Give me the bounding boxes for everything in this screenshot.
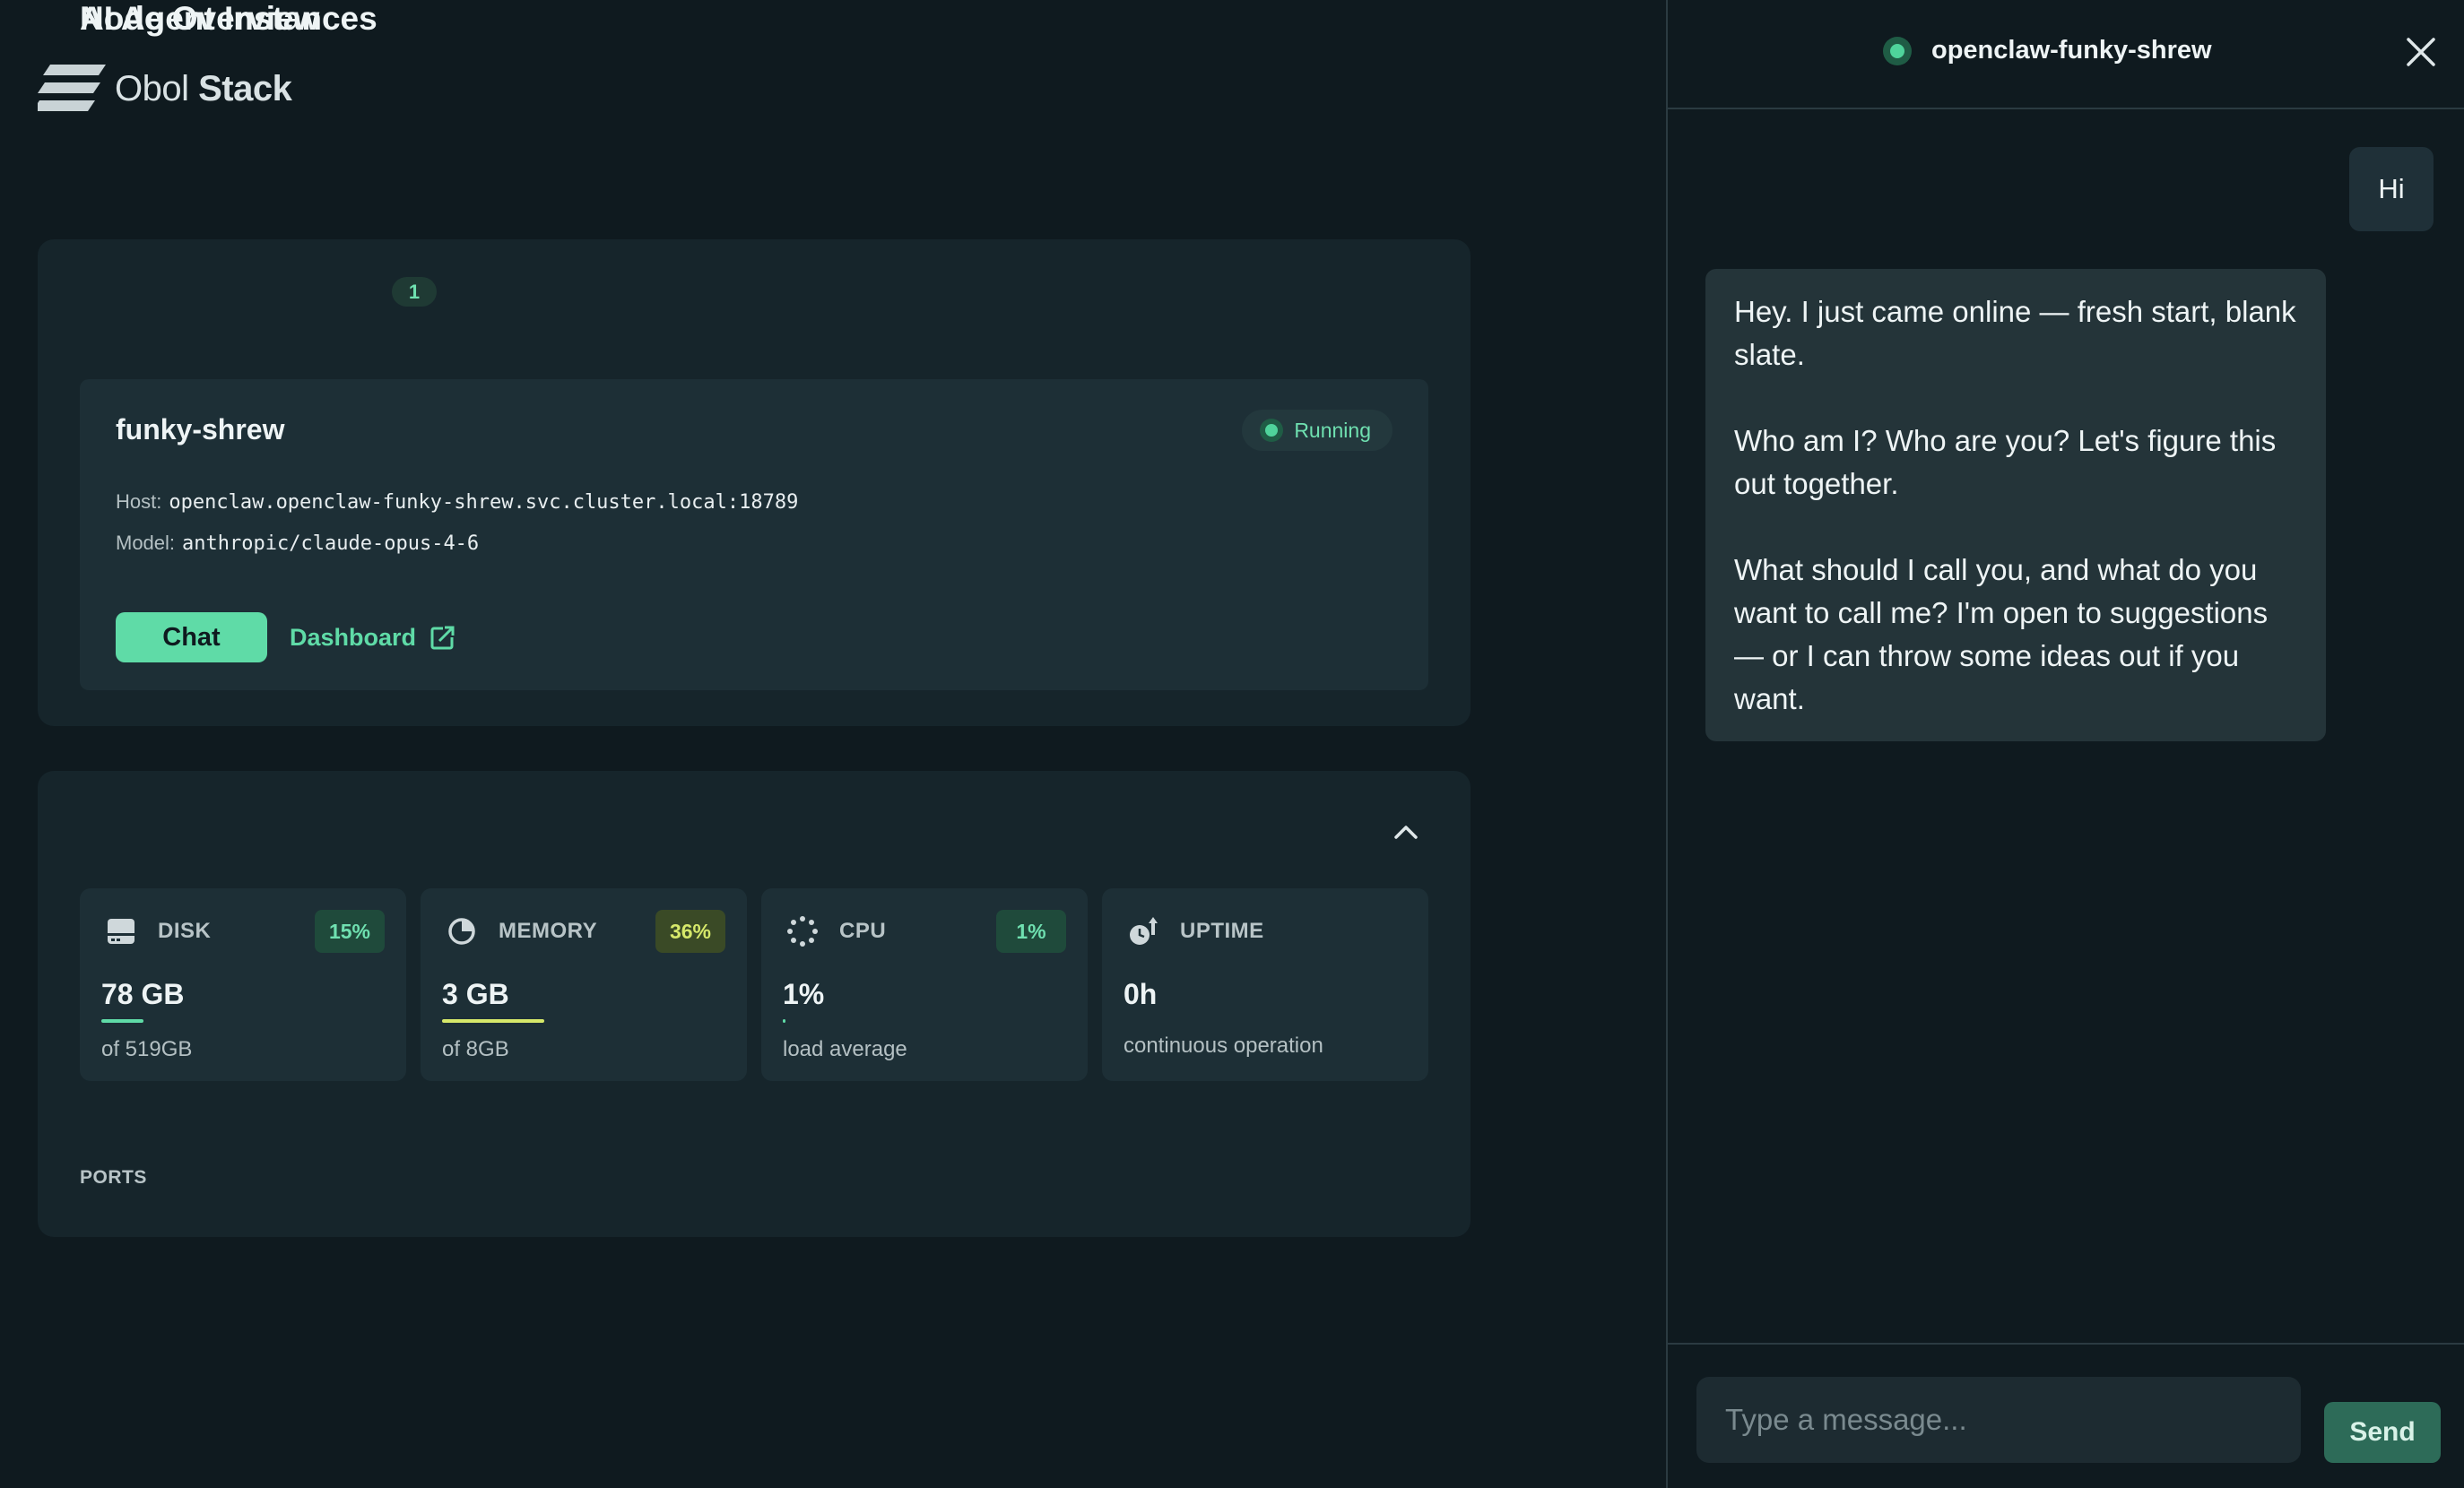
- disk-icon: [108, 919, 134, 944]
- dashboard-label: Dashboard: [290, 623, 417, 651]
- disk-value: 78 GB: [101, 978, 185, 1010]
- app-root: Obol Stack AI Agent Instances 1 funky-sh…: [0, 0, 2464, 1488]
- ports-section-label: PORTS: [80, 1167, 147, 1188]
- model-value: anthropic/claude-opus-4-6: [182, 532, 480, 555]
- instance-model-row: Model: anthropic/claude-opus-4-6: [116, 532, 479, 555]
- logo-text: Obol Stack: [115, 68, 292, 109]
- obol-logo-icon: [38, 65, 106, 111]
- uptime-value: 0h: [1124, 978, 1158, 1010]
- message-composer: Send: [1668, 1343, 2464, 1488]
- message-input[interactable]: [1696, 1377, 2301, 1463]
- uptime-description: continuous operation: [1124, 1034, 1323, 1058]
- instance-count-badge: 1: [392, 277, 437, 307]
- uptime-clock-icon: [1130, 917, 1158, 945]
- chat-title: openclaw-funky-shrew: [1931, 36, 2212, 65]
- assistant-message: Hey. I just came online — fresh start, b…: [1705, 269, 2326, 741]
- chat-panel: openclaw-funky-shrew Hi Hey. I just came…: [1666, 0, 2464, 1488]
- memory-pie-icon: [448, 918, 475, 945]
- cpu-label: CPU: [839, 919, 887, 943]
- disk-metric-card: DISK 15% 78 GB of 519GB: [80, 888, 406, 1081]
- memory-value: 3 GB: [442, 978, 509, 1010]
- model-label: Model:: [116, 532, 176, 554]
- close-icon[interactable]: [2403, 34, 2439, 70]
- assistant-message-paragraph: Hey. I just came online — fresh start, b…: [1734, 295, 2296, 371]
- chat-header: openclaw-funky-shrew: [1668, 0, 2464, 109]
- host-label: Host:: [116, 490, 162, 513]
- cpu-spinner-icon: [787, 916, 818, 947]
- chevron-up-icon: [1394, 826, 1418, 839]
- assistant-message-paragraph: Who am I? Who are you? Let's figure this…: [1734, 424, 2277, 500]
- collapse-button[interactable]: [1390, 816, 1422, 848]
- online-status-icon: [1883, 36, 1912, 65]
- obol-stack-logo: Obol Stack: [38, 65, 292, 113]
- assistant-message-paragraph: What should I call you, and what do you …: [1734, 553, 2269, 715]
- memory-label: MEMORY: [499, 919, 598, 943]
- instance-name: funky-shrew: [116, 413, 285, 446]
- uptime-label: UPTIME: [1180, 919, 1264, 943]
- user-message: Hi: [2349, 147, 2434, 231]
- node-overview-title: Node Overview: [80, 0, 320, 37]
- logo-text-bold: Stack: [198, 68, 292, 108]
- status-badge: Running: [1242, 410, 1393, 451]
- status-dot-icon: [1260, 419, 1284, 442]
- cpu-usage-bar: [783, 1019, 785, 1023]
- instance-card: funky-shrew Running Host: openclaw.openc…: [80, 379, 1428, 690]
- disk-usage-bar: [101, 1019, 143, 1023]
- status-text: Running: [1294, 418, 1371, 442]
- disk-percent-badge: 15%: [315, 910, 385, 953]
- cpu-load-average: load average: [783, 1037, 907, 1061]
- memory-percent-badge: 36%: [655, 910, 725, 953]
- chat-title-group: openclaw-funky-shrew: [1883, 36, 2212, 65]
- chat-button[interactable]: Chat: [116, 612, 267, 662]
- instance-host-row: Host: openclaw.openclaw-funky-shrew.svc.…: [116, 490, 798, 514]
- memory-usage-bar: [442, 1019, 544, 1023]
- cpu-value: 1%: [783, 978, 825, 1010]
- host-value: openclaw.openclaw-funky-shrew.svc.cluste…: [169, 491, 799, 514]
- cpu-metric-card: CPU 1% 1% load average: [761, 888, 1088, 1081]
- memory-total: of 8GB: [442, 1037, 509, 1061]
- main-area: Obol Stack AI Agent Instances 1 funky-sh…: [0, 0, 1666, 1488]
- logo-text-light: Obol: [115, 68, 189, 108]
- memory-metric-card: MEMORY 36% 3 GB of 8GB: [421, 888, 747, 1081]
- dashboard-link[interactable]: Dashboard: [290, 612, 456, 662]
- cpu-percent-badge: 1%: [996, 910, 1066, 953]
- external-link-icon: [430, 625, 456, 650]
- disk-total: of 519GB: [101, 1037, 193, 1061]
- disk-label: DISK: [158, 919, 212, 943]
- send-button[interactable]: Send: [2324, 1402, 2441, 1463]
- uptime-metric-card: UPTIME 0h continuous operation: [1102, 888, 1428, 1081]
